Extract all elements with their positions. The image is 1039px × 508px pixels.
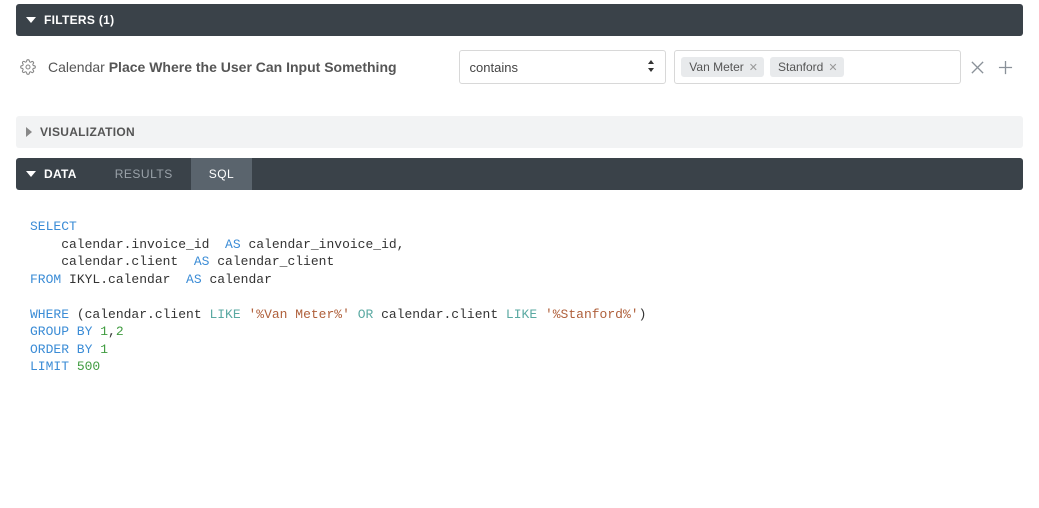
sql-text: calendar.invoice_id	[30, 237, 225, 252]
sort-caret-icon	[647, 60, 655, 75]
sql-keyword: LIMIT	[30, 359, 69, 374]
sql-keyword: GROUP BY	[30, 324, 92, 339]
sql-number: 500	[69, 359, 100, 374]
filters-bar[interactable]: FILTERS (1)	[16, 4, 1023, 36]
filter-tag-label: Stanford	[778, 60, 823, 74]
caret-down-icon	[26, 171, 36, 177]
filter-tag-label: Van Meter	[689, 60, 743, 74]
remove-tag-icon[interactable]: ✕	[749, 61, 758, 74]
sql-number: 1	[92, 324, 108, 339]
sql-keyword: FROM	[30, 272, 61, 287]
caret-right-icon	[26, 127, 32, 137]
sql-number: 2	[116, 324, 124, 339]
sql-text: calendar.client	[373, 307, 506, 322]
filter-operator-select[interactable]: contains	[459, 50, 667, 84]
tab-label: SQL	[209, 167, 235, 181]
filter-value-input[interactable]: Van Meter ✕ Stanford ✕	[674, 50, 961, 84]
sql-keyword: OR	[350, 307, 373, 322]
remove-tag-icon[interactable]: ✕	[828, 61, 837, 74]
filter-tag: Van Meter ✕	[681, 57, 764, 77]
filter-field-label: Calendar Place Where the User Can Input …	[48, 59, 397, 75]
data-bar-label: DATA	[44, 167, 77, 181]
filter-row: Calendar Place Where the User Can Input …	[16, 36, 1023, 98]
filter-field-bold: Place Where the User Can Input Something	[109, 59, 397, 75]
add-filter-icon[interactable]	[997, 59, 1013, 75]
sql-text: calendar_client	[209, 254, 334, 269]
filter-tag: Stanford ✕	[770, 57, 844, 77]
sql-keyword: AS	[225, 237, 241, 252]
filters-bar-label: FILTERS (1)	[44, 13, 114, 27]
visualization-bar[interactable]: VISUALIZATION	[16, 116, 1023, 148]
sql-text: ,	[108, 324, 116, 339]
sql-text: )	[639, 307, 647, 322]
sql-keyword: LIKE	[209, 307, 240, 322]
data-tabs: RESULTS SQL	[97, 158, 252, 190]
sql-literal: '%Stanford%'	[537, 307, 638, 322]
sql-literal: '%Van Meter%'	[241, 307, 350, 322]
caret-down-icon	[26, 17, 36, 23]
sql-keyword: AS	[186, 272, 202, 287]
filter-field-light: Calendar	[48, 59, 105, 75]
sql-text: IKYL.calendar	[61, 272, 186, 287]
filter-row-actions	[969, 59, 1017, 75]
sql-text: (calendar.client	[69, 307, 209, 322]
sql-text: calendar	[202, 272, 272, 287]
sql-keyword: WHERE	[30, 307, 69, 322]
sql-keyword: LIKE	[506, 307, 537, 322]
visualization-bar-label: VISUALIZATION	[40, 125, 135, 139]
data-bar[interactable]: DATA RESULTS SQL	[16, 158, 1023, 190]
sql-code-block: SELECT calendar.invoice_id AS calendar_i…	[16, 190, 1023, 388]
sql-keyword: SELECT	[30, 219, 77, 234]
filter-operator-value: contains	[470, 60, 518, 75]
sql-text: calendar_invoice_id,	[241, 237, 405, 252]
sql-keyword: AS	[194, 254, 210, 269]
sql-number: 1	[92, 342, 108, 357]
tab-results[interactable]: RESULTS	[97, 158, 191, 190]
gear-icon[interactable]	[20, 59, 36, 75]
sql-text: calendar.client	[30, 254, 194, 269]
remove-filter-icon[interactable]	[969, 59, 985, 75]
tab-label: RESULTS	[115, 167, 173, 181]
tab-sql[interactable]: SQL	[191, 158, 253, 190]
sql-keyword: ORDER BY	[30, 342, 92, 357]
